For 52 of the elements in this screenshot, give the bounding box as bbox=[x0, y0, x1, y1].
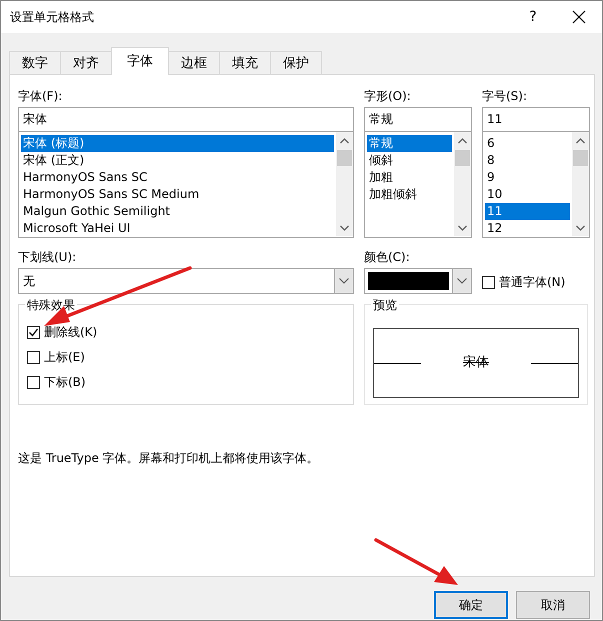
list-item[interactable]: 宋体 (正文) bbox=[21, 152, 334, 169]
list-item[interactable]: 加粗倾斜 bbox=[367, 186, 452, 203]
field-label: 字形(O): bbox=[364, 88, 412, 105]
font-description: 这是 TrueType 字体。屏幕和打印机上都将使用该字体。 bbox=[18, 450, 320, 467]
dialog-button[interactable]: 取消 bbox=[516, 591, 590, 619]
color-dropdown[interactable] bbox=[364, 268, 472, 294]
checkbox[interactable] bbox=[482, 276, 495, 288]
field-label: 下划线(U): bbox=[18, 249, 78, 266]
checkbox[interactable] bbox=[27, 350, 40, 364]
list-item[interactable]: 6 bbox=[485, 135, 570, 152]
underline-dropdown[interactable]: 无 bbox=[18, 268, 354, 294]
field-label: 颜色(C): bbox=[364, 249, 411, 266]
list-item[interactable]: Microsoft YaHei UI bbox=[21, 220, 334, 237]
dialog-button[interactable]: 确定 bbox=[434, 591, 508, 619]
list-item[interactable]: 加粗 bbox=[367, 169, 452, 186]
group-title: 预览 bbox=[371, 296, 399, 314]
tab[interactable]: 数字 bbox=[9, 51, 61, 75]
field-label: 字体(F): bbox=[18, 88, 64, 105]
window-title: 设置单元格格式 bbox=[10, 9, 95, 26]
help-button[interactable]: ? bbox=[510, 1, 556, 33]
tab[interactable]: 字体 bbox=[111, 47, 169, 75]
list-scrollbar[interactable] bbox=[572, 132, 589, 236]
list-item[interactable]: Malgun Gothic Semilight bbox=[21, 203, 334, 220]
text-field[interactable]: 宋体 bbox=[18, 107, 354, 132]
list-item[interactable]: 10 bbox=[485, 186, 570, 203]
close-icon bbox=[572, 10, 586, 24]
chevron-down-icon bbox=[339, 278, 349, 284]
preview-text: 宋体 bbox=[462, 354, 490, 372]
list-item[interactable]: 宋体 (标题) bbox=[21, 135, 334, 152]
text-field[interactable]: 11 bbox=[482, 107, 590, 132]
list-item[interactable]: 12 bbox=[485, 220, 570, 237]
tab[interactable]: 保护 bbox=[270, 51, 322, 75]
checkbox-label: 上标(E) bbox=[44, 349, 85, 366]
checkbox[interactable] bbox=[27, 376, 40, 388]
list-item[interactable]: HarmonyOS Sans SC Medium bbox=[21, 186, 334, 203]
list-item[interactable]: 常规 bbox=[367, 135, 452, 152]
list-item[interactable]: 8 bbox=[485, 152, 570, 169]
chevron-down-icon bbox=[457, 278, 467, 284]
check-icon bbox=[28, 326, 39, 338]
checkbox[interactable] bbox=[27, 326, 40, 338]
checkbox-label: 下标(B) bbox=[44, 374, 86, 391]
list-item[interactable]: 11 bbox=[485, 203, 570, 220]
field-label: 字号(S): bbox=[482, 88, 528, 105]
list-item[interactable]: HarmonyOS Sans SC bbox=[21, 169, 334, 186]
list-item[interactable]: 9 bbox=[485, 169, 570, 186]
group-title: 特殊效果 bbox=[25, 296, 77, 314]
checkbox-label: 普通字体(N) bbox=[499, 274, 566, 291]
list-scrollbar[interactable] bbox=[336, 132, 353, 236]
text-field[interactable]: 常规 bbox=[364, 107, 472, 132]
list-item[interactable]: 倾斜 bbox=[367, 152, 452, 169]
checkbox-label: 删除线(K) bbox=[44, 324, 98, 341]
list-scrollbar[interactable] bbox=[454, 132, 471, 236]
